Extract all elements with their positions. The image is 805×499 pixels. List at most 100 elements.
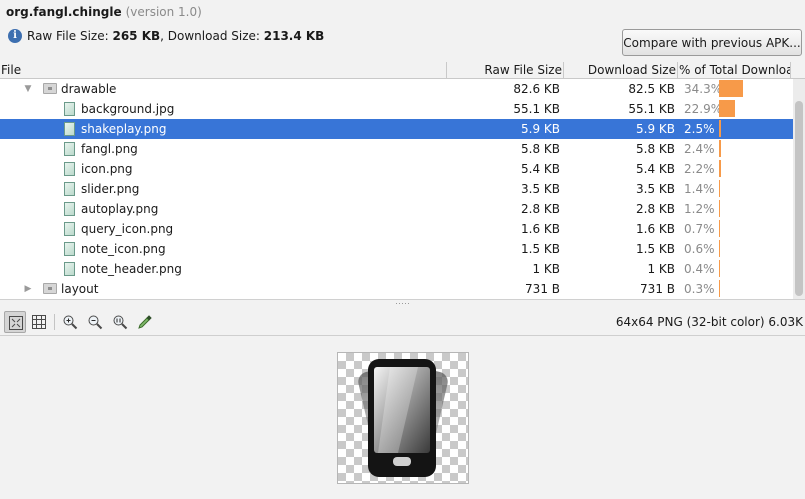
panel-splitter[interactable]	[0, 299, 805, 308]
row-raw-size: 2.8 KB	[521, 202, 560, 216]
image-file-icon	[64, 222, 75, 236]
folder-icon	[43, 83, 57, 94]
row-raw-size: 5.4 KB	[521, 162, 560, 176]
image-file-icon	[64, 242, 75, 256]
row-download-size: 731 B	[640, 282, 675, 296]
download-size-label: Download Size:	[167, 29, 260, 43]
row-name: note_icon.png	[81, 242, 166, 256]
compare-apk-button[interactable]: Compare with previous APK...	[622, 29, 802, 56]
row-download-size: 3.5 KB	[636, 182, 675, 196]
folder-row[interactable]: ▶ layout 731 B 731 B 0.3%	[0, 279, 793, 299]
image-file-icon	[64, 162, 75, 176]
row-name: slider.png	[81, 182, 140, 196]
row-raw-size: 1 KB	[532, 262, 560, 276]
color-picker-icon[interactable]	[134, 311, 156, 333]
row-percent: 2.4%	[684, 142, 715, 156]
image-info: 64x64 PNG (32-bit color) 6.03K	[615, 315, 803, 329]
row-percent: 34.3%	[684, 82, 723, 96]
grid-icon[interactable]	[28, 311, 50, 333]
row-name: note_header.png	[81, 262, 182, 276]
image-toolbar: 64x64 PNG (32-bit color) 6.03K	[0, 308, 805, 336]
row-percent: 22.9%	[684, 102, 723, 116]
scrollbar-thumb[interactable]	[795, 101, 803, 296]
table-row[interactable]: icon.png 5.4 KB 5.4 KB 2.2%	[0, 159, 793, 179]
actual-size-icon[interactable]	[4, 311, 26, 333]
size-summary: i Raw File Size: 265 KB, Download Size: …	[8, 27, 324, 45]
table-row[interactable]: fangl.png 5.8 KB 5.8 KB 2.4%	[0, 139, 793, 159]
row-name: background.jpg	[81, 102, 175, 116]
row-percent-bar	[719, 220, 720, 237]
table-row[interactable]: note_header.png 1 KB 1 KB 0.4%	[0, 259, 793, 279]
row-name: shakeplay.png	[81, 122, 167, 136]
shakeplay-phone-icon	[358, 359, 448, 477]
image-file-icon	[64, 122, 75, 136]
raw-size-value: 265 KB	[112, 29, 161, 43]
download-size-value: 213.4 KB	[263, 29, 325, 43]
zoom-out-icon[interactable]	[84, 311, 106, 333]
table-row[interactable]: background.jpg 55.1 KB 55.1 KB 22.9%	[0, 99, 793, 119]
row-name: query_icon.png	[81, 222, 174, 236]
row-percent-bar	[719, 200, 720, 217]
image-file-icon	[64, 142, 75, 156]
expand-arrow-icon[interactable]: ▼	[22, 79, 34, 99]
row-name: layout	[61, 282, 99, 296]
row-raw-size: 1.6 KB	[521, 222, 560, 236]
package-name: org.fangl.chingle	[6, 5, 122, 19]
vertical-scrollbar[interactable]	[793, 79, 805, 299]
row-percent-bar	[719, 120, 721, 137]
row-raw-size: 5.8 KB	[521, 142, 560, 156]
table-row[interactable]: note_icon.png 1.5 KB 1.5 KB 0.6%	[0, 239, 793, 259]
row-percent-bar	[719, 160, 721, 177]
table-row[interactable]: autoplay.png 2.8 KB 2.8 KB 1.2%	[0, 199, 793, 219]
row-name: autoplay.png	[81, 202, 159, 216]
row-percent: 0.4%	[684, 262, 715, 276]
row-percent: 0.6%	[684, 242, 715, 256]
row-percent-bar	[719, 100, 735, 117]
row-raw-size: 1.5 KB	[521, 242, 560, 256]
image-preview-panel	[0, 337, 805, 499]
app-title: org.fangl.chingle (version 1.0)	[6, 4, 202, 20]
row-raw-size: 731 B	[525, 282, 560, 296]
row-raw-size: 55.1 KB	[513, 102, 560, 116]
toolbar-separator	[54, 314, 55, 330]
info-icon: i	[8, 29, 22, 43]
table-row[interactable]: slider.png 3.5 KB 3.5 KB 1.4%	[0, 179, 793, 199]
folder-row[interactable]: ▼ drawable 82.6 KB 82.5 KB 34.3%	[0, 79, 793, 99]
row-download-size: 5.9 KB	[636, 122, 675, 136]
zoom-in-icon[interactable]	[59, 311, 81, 333]
row-percent-bar	[719, 280, 720, 297]
row-download-size: 5.4 KB	[636, 162, 675, 176]
folder-icon	[43, 283, 57, 294]
row-download-size: 55.1 KB	[628, 102, 675, 116]
raw-size-label: Raw File Size:	[27, 29, 109, 43]
row-percent-bar	[719, 180, 720, 197]
splitter-grip-icon[interactable]	[395, 302, 411, 306]
row-raw-size: 3.5 KB	[521, 182, 560, 196]
row-download-size: 5.8 KB	[636, 142, 675, 156]
collapse-arrow-icon[interactable]: ▶	[22, 279, 34, 299]
file-tree[interactable]: ▼ drawable 82.6 KB 82.5 KB 34.3% background.j…	[0, 79, 793, 299]
row-download-size: 82.5 KB	[628, 82, 675, 96]
row-percent-bar	[719, 80, 743, 97]
table-row[interactable]: query_icon.png 1.6 KB 1.6 KB 0.7%	[0, 219, 793, 239]
row-percent: 1.4%	[684, 182, 715, 196]
zoom-actual-icon[interactable]	[109, 311, 131, 333]
column-header-file[interactable]: File	[0, 62, 447, 79]
row-download-size: 1 KB	[647, 262, 675, 276]
image-preview	[337, 352, 469, 484]
image-file-icon	[64, 182, 75, 196]
row-percent: 0.7%	[684, 222, 715, 236]
row-name: drawable	[61, 82, 117, 96]
column-header-raw-size[interactable]: Raw File Size	[447, 62, 564, 79]
image-file-icon	[64, 202, 75, 216]
column-header-percent[interactable]: % of Total Downloa...	[678, 62, 791, 79]
column-header-download-size[interactable]: Download Size	[564, 62, 678, 79]
table-row[interactable]: shakeplay.png 5.9 KB 5.9 KB 2.5%	[0, 119, 793, 139]
row-raw-size: 82.6 KB	[513, 82, 560, 96]
row-name: icon.png	[81, 162, 133, 176]
row-download-size: 1.6 KB	[636, 222, 675, 236]
image-file-icon	[64, 102, 75, 116]
row-percent-bar	[719, 140, 721, 157]
row-name: fangl.png	[81, 142, 138, 156]
row-percent-bar	[719, 240, 720, 257]
